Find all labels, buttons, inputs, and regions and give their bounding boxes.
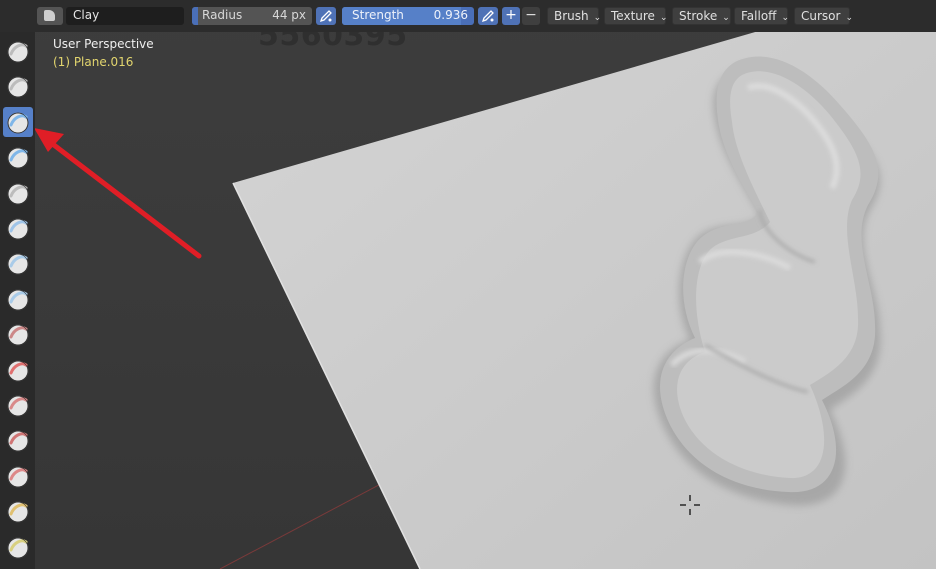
chevron-down-icon: ⌄: [845, 13, 853, 23]
brush-name-field[interactable]: Clay: [66, 7, 184, 25]
sculpt-toolbar: [0, 32, 35, 569]
cursor-menu-button[interactable]: Cursor ⌄: [794, 7, 853, 25]
3d-viewport[interactable]: 5560395 User Perspective (1) Plane.016: [0, 0, 936, 569]
tool-multiplane-scrape-button[interactable]: [3, 496, 33, 526]
inflate-brush-icon: [7, 253, 29, 275]
viewport-perspective-label: User Perspective: [53, 37, 154, 51]
clay-strips-brush-icon: [7, 147, 29, 169]
brush-preview-icon[interactable]: [37, 7, 63, 25]
tool-fill-button[interactable]: [3, 425, 33, 455]
multiplane-scrape-brush-icon: [7, 501, 29, 523]
crease-brush-icon: [7, 324, 29, 346]
clay-thumb-brush-icon: [7, 183, 29, 205]
tool-pinch-button[interactable]: [3, 532, 33, 562]
scene-canvas[interactable]: [0, 0, 936, 569]
tool-blob-button[interactable]: [3, 284, 33, 314]
smooth-brush-icon: [7, 360, 29, 382]
direction-subtract-button[interactable]: −: [522, 7, 540, 25]
radius-label: Radius: [202, 8, 243, 22]
direction-add-button[interactable]: +: [502, 7, 520, 25]
layer-brush-icon: [7, 218, 29, 240]
fill-brush-icon: [7, 430, 29, 452]
scrape-brush-icon: [7, 466, 29, 488]
tool-flatten-button[interactable]: [3, 390, 33, 420]
tool-draw-button[interactable]: [3, 36, 33, 66]
chevron-down-icon: ⌄: [781, 13, 789, 23]
tool-header: Clay Radius 44 px Strength 0.936 + − Bru…: [0, 0, 936, 32]
strength-label: Strength: [352, 8, 404, 22]
chevron-down-icon: ⌄: [593, 13, 602, 23]
tool-layer-button[interactable]: [3, 213, 33, 243]
chevron-down-icon: ⌄: [659, 13, 668, 23]
tool-clay-thumb-button[interactable]: [3, 178, 33, 208]
active-object-name: (1) Plane.016: [53, 55, 134, 69]
flatten-brush-icon: [7, 395, 29, 417]
strength-value: 0.936: [433, 8, 468, 22]
tool-draw-sharp-button[interactable]: [3, 71, 33, 101]
crosshair-cursor-icon: [680, 495, 700, 515]
radius-field[interactable]: Radius 44 px: [192, 7, 312, 25]
grid-axis-line: [219, 477, 393, 569]
clay-brush-icon: [7, 112, 29, 134]
draw-sharp-brush-icon: [7, 76, 29, 98]
strength-pressure-pen-icon[interactable]: [478, 7, 498, 25]
tool-scrape-button[interactable]: [3, 461, 33, 491]
tool-crease-button[interactable]: [3, 319, 33, 349]
tool-clay-strips-button[interactable]: [3, 142, 33, 172]
chevron-down-icon: ⌄: [722, 13, 730, 23]
brush-menu-button[interactable]: Brush ⌄: [547, 7, 602, 25]
falloff-menu-button[interactable]: Falloff ⌄: [734, 7, 789, 25]
tool-smooth-button[interactable]: [3, 355, 33, 385]
radius-pressure-pen-icon[interactable]: [316, 7, 336, 25]
tool-inflate-button[interactable]: [3, 248, 33, 278]
blob-brush-icon: [7, 289, 29, 311]
draw-brush-icon: [7, 41, 29, 63]
strength-field[interactable]: Strength 0.936: [342, 7, 474, 25]
radius-value: 44 px: [272, 8, 306, 22]
texture-menu-button[interactable]: Texture ⌄: [604, 7, 668, 25]
stroke-menu-button[interactable]: Stroke ⌄: [672, 7, 731, 25]
pinch-brush-icon: [7, 537, 29, 559]
tool-clay-button[interactable]: [3, 106, 33, 137]
